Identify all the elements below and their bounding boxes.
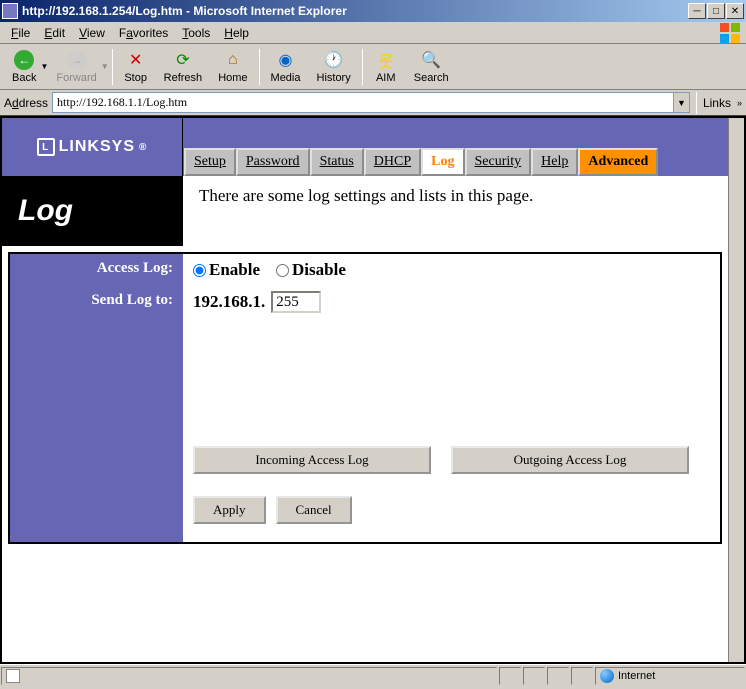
addressbar: Address ▼ Links » xyxy=(0,90,746,116)
page-content: L LINKSYS® Setup Password Status DHCP Lo… xyxy=(2,118,728,662)
tab-status[interactable]: Status xyxy=(310,148,364,176)
brand-logo: L LINKSYS® xyxy=(37,138,148,156)
menu-file[interactable]: File xyxy=(4,24,37,42)
enable-radio-input[interactable] xyxy=(193,264,206,277)
status-slot xyxy=(499,667,521,685)
window-title: http://192.168.1.254/Log.htm - Microsoft… xyxy=(22,4,688,18)
refresh-button[interactable]: ⟳ Refresh xyxy=(156,47,211,86)
address-dropdown[interactable]: ▼ xyxy=(674,92,690,113)
brand-cell: L LINKSYS® xyxy=(2,118,183,176)
page-icon xyxy=(6,669,20,683)
maximize-button[interactable]: □ xyxy=(707,3,725,19)
browser-viewport: L LINKSYS® Setup Password Status DHCP Lo… xyxy=(0,116,746,664)
search-icon: 🔍 xyxy=(420,49,442,71)
page-description: There are some log settings and lists in… xyxy=(183,176,728,246)
menu-help[interactable]: Help xyxy=(217,24,256,42)
history-icon: 🕐 xyxy=(323,49,345,71)
window-titlebar: http://192.168.1.254/Log.htm - Microsoft… xyxy=(0,0,746,22)
links-chevron-icon[interactable]: » xyxy=(737,98,742,108)
menu-view[interactable]: View xyxy=(72,24,112,42)
back-icon: ← xyxy=(13,49,35,71)
back-button[interactable]: ← Back xyxy=(4,47,44,86)
tab-password[interactable]: Password xyxy=(236,148,310,176)
menu-edit[interactable]: Edit xyxy=(37,24,72,42)
apply-button[interactable]: Apply xyxy=(193,496,266,524)
status-slot xyxy=(547,667,569,685)
separator xyxy=(112,49,113,85)
aim-button[interactable]: 웃 AIM xyxy=(366,47,406,86)
send-log-label: Send Log to: xyxy=(10,286,183,318)
toolbar: ← Back ▼ → Forward ▼ ✕ Stop ⟳ Refresh ⌂ … xyxy=(0,44,746,90)
page-title: Log xyxy=(2,176,183,246)
ie-icon xyxy=(2,3,18,19)
forward-icon: → xyxy=(66,49,88,71)
outgoing-access-log-button[interactable]: Outgoing Access Log xyxy=(451,446,689,474)
disable-radio-input[interactable] xyxy=(276,264,289,277)
ip-last-octet-input[interactable] xyxy=(271,291,321,313)
separator xyxy=(259,49,260,85)
aim-icon: 웃 xyxy=(375,49,397,71)
status-zone: Internet xyxy=(595,667,745,685)
status-slot xyxy=(571,667,593,685)
vertical-scrollbar[interactable] xyxy=(728,118,744,662)
incoming-access-log-button[interactable]: Incoming Access Log xyxy=(193,446,431,474)
menu-favorites[interactable]: Favorites xyxy=(112,24,175,42)
tab-setup[interactable]: Setup xyxy=(184,148,236,176)
forward-dropdown[interactable]: ▼ xyxy=(101,62,109,71)
access-log-label: Access Log: xyxy=(10,254,183,286)
separator xyxy=(362,49,363,85)
address-input[interactable] xyxy=(52,92,674,113)
home-button[interactable]: ⌂ Home xyxy=(210,47,255,86)
disable-radio[interactable]: Disable xyxy=(276,260,346,280)
close-button[interactable]: ✕ xyxy=(726,3,744,19)
windows-logo-icon xyxy=(718,21,742,45)
links-button[interactable]: Links xyxy=(703,96,733,110)
media-icon: ◉ xyxy=(275,49,297,71)
refresh-icon: ⟳ xyxy=(172,49,194,71)
tab-log[interactable]: Log xyxy=(421,148,464,176)
globe-icon xyxy=(600,669,614,683)
menu-tools[interactable]: Tools xyxy=(175,24,217,42)
forward-button[interactable]: → Forward xyxy=(48,47,104,86)
statusbar: Internet xyxy=(0,664,746,686)
stop-button[interactable]: ✕ Stop xyxy=(116,47,156,86)
search-button[interactable]: 🔍 Search xyxy=(406,47,457,86)
home-icon: ⌂ xyxy=(222,49,244,71)
enable-radio[interactable]: Enable xyxy=(193,260,260,280)
nav-tabs: Setup Password Status DHCP Log Security … xyxy=(183,144,728,176)
tab-help[interactable]: Help xyxy=(531,148,578,176)
minimize-button[interactable]: ─ xyxy=(688,3,706,19)
media-button[interactable]: ◉ Media xyxy=(263,47,309,86)
stop-icon: ✕ xyxy=(125,49,147,71)
ip-prefix: 192.168.1. xyxy=(193,292,265,312)
status-slot xyxy=(523,667,545,685)
separator xyxy=(696,92,697,114)
tab-security[interactable]: Security xyxy=(465,148,532,176)
address-label: Address xyxy=(4,96,48,110)
status-main xyxy=(1,667,497,685)
tab-dhcp[interactable]: DHCP xyxy=(364,148,421,176)
menubar: File Edit View Favorites Tools Help xyxy=(0,22,746,44)
back-dropdown[interactable]: ▼ xyxy=(40,62,48,71)
history-button[interactable]: 🕐 History xyxy=(309,47,359,86)
form-frame: Access Log: Enable Disable Send Log to: … xyxy=(8,252,722,544)
tab-advanced[interactable]: Advanced xyxy=(578,148,658,176)
cancel-button[interactable]: Cancel xyxy=(276,496,352,524)
linksys-glyph-icon: L xyxy=(37,138,55,156)
